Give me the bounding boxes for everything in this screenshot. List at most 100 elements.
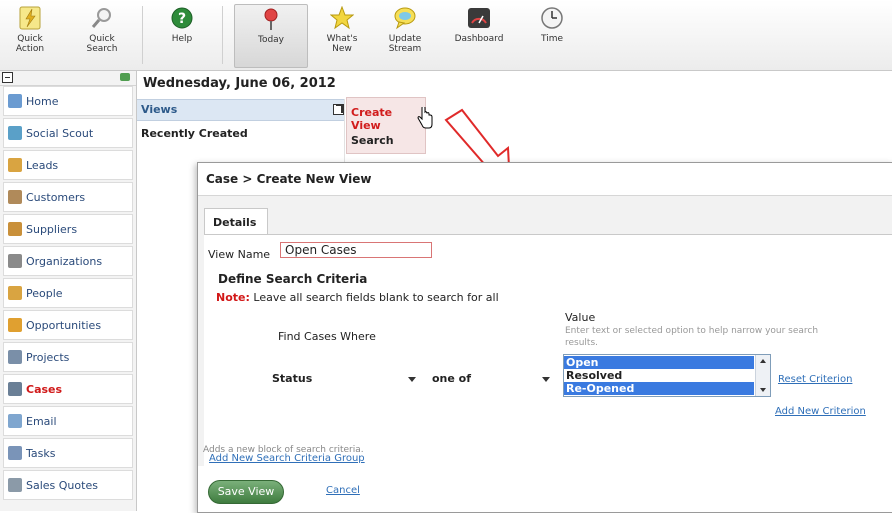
toolbar-label: Time [540, 34, 564, 44]
toolbar-today[interactable]: Today [234, 4, 308, 68]
customers-icon [8, 190, 22, 204]
view-name-input[interactable] [280, 242, 432, 258]
toolbar-help[interactable]: ? Help [156, 4, 208, 66]
question-icon: ? [170, 6, 194, 30]
dialog-footer: Save View Cancel [198, 466, 892, 512]
sidebar-item-leads[interactable]: Leads [3, 150, 133, 180]
view-name-label: View Name [208, 248, 271, 261]
toolbar-label: Help [171, 34, 193, 44]
add-new-criterion-link[interactable]: Add New Criterion [775, 406, 866, 417]
toolbar-label: What's [326, 34, 358, 44]
listbox-option[interactable]: Resolved [564, 369, 754, 382]
pin-icon [259, 7, 283, 31]
toolbar-label: Action [15, 44, 45, 54]
reset-criterion-link[interactable]: Reset Criterion [778, 374, 852, 385]
toolbar-quick-action[interactable]: Quick Action [6, 4, 54, 66]
sidebar-item-label: People [26, 286, 63, 300]
sidebar-item-label: Cases [26, 382, 63, 396]
views-label: Views [141, 103, 178, 116]
toolbar-divider [142, 6, 143, 64]
sidebar-item-customers[interactable]: Customers [3, 182, 133, 212]
toolbar-label: Dashboard [454, 34, 504, 44]
dialog-titlebar: Case > Create New View [198, 163, 892, 196]
toolbar-label: Quick [89, 34, 115, 44]
sidebar-item-email[interactable]: Email [3, 406, 133, 436]
sidebar-item-organizations[interactable]: Organizations [3, 246, 133, 276]
sidebar-item-tasks[interactable]: Tasks [3, 438, 133, 468]
value-hint: Enter text or selected option to help na… [565, 326, 819, 348]
sidebar: Home Social Scout Leads Customers Suppliers O… [0, 71, 137, 511]
toolbar-divider [222, 6, 223, 64]
toolbar-quick-search[interactable]: Quick Search [74, 4, 130, 66]
menu-item-create-view[interactable]: Create View [351, 106, 425, 132]
scroll-up-icon[interactable] [760, 359, 766, 363]
lightning-icon [18, 6, 42, 30]
cancel-link[interactable]: Cancel [326, 485, 360, 496]
sidebar-item-suppliers[interactable]: Suppliers [3, 214, 133, 244]
hand-cursor-icon [417, 105, 433, 132]
sidebar-item-label: Suppliers [26, 222, 78, 236]
star-icon [329, 5, 355, 30]
sidebar-item-label: Sales Quotes [26, 478, 98, 492]
printer-icon[interactable] [120, 73, 130, 81]
dialog-title: Case > Create New View [206, 172, 372, 186]
sidebar-item-people[interactable]: People [3, 278, 133, 308]
add-group-hint: Adds a new block of search criteria. [203, 445, 364, 455]
value-header: Value [565, 311, 596, 324]
menu-item-search[interactable]: Search [351, 134, 394, 147]
listbox-option[interactable]: Open [564, 356, 754, 369]
field-select-value: Status [272, 372, 313, 385]
home-icon [8, 94, 22, 108]
social-scout-icon [8, 126, 22, 140]
sidebar-item-label: Customers [26, 190, 86, 204]
toolbar-label: Stream [388, 44, 422, 54]
collapse-icon[interactable] [2, 72, 13, 83]
sales-quotes-icon [8, 478, 22, 492]
sidebar-item-label: Leads [26, 158, 59, 172]
listbox-scrollbar[interactable] [755, 355, 770, 396]
sidebar-item-home[interactable]: Home [3, 86, 133, 116]
suppliers-icon [8, 222, 22, 236]
sidebar-list: Home Social Scout Leads Customers Suppliers O… [0, 86, 136, 500]
toolbar-label: Quick [17, 34, 43, 44]
sidebar-item-label: Tasks [26, 446, 56, 460]
toolbar-time[interactable]: Time [522, 4, 582, 66]
scroll-down-icon[interactable] [760, 388, 766, 392]
sidebar-item-sales-quotes[interactable]: Sales Quotes [3, 470, 133, 500]
gauge-icon [467, 6, 491, 30]
sidebar-item-opportunities[interactable]: Opportunities [3, 310, 133, 340]
details-panel: View Name Define Search Criteria Note: L… [204, 234, 892, 467]
svg-text:?: ? [178, 11, 186, 27]
opportunities-icon [8, 318, 22, 332]
value-listbox[interactable]: Open Resolved Re-Opened [563, 354, 771, 397]
operator-select-value: one of [432, 372, 472, 385]
field-select[interactable]: Status [268, 369, 420, 389]
toolbar-dashboard[interactable]: Dashboard [444, 4, 514, 66]
toolbar-label: New [332, 44, 352, 54]
toolbar-update-stream[interactable]: Update Stream [376, 4, 434, 66]
sidebar-item-projects[interactable]: Projects [3, 342, 133, 372]
views-dropdown-menu: Create View Search [346, 97, 426, 154]
people-icon [8, 286, 22, 300]
recently-created-label: Recently Created [141, 127, 248, 140]
sidebar-item-label: Home [26, 94, 59, 108]
sidebar-item-label: Organizations [26, 254, 103, 268]
toolbar-whats-new[interactable]: What's New [316, 4, 368, 66]
chevron-down-icon [408, 377, 416, 382]
page-title: Wednesday, June 06, 2012 [143, 76, 336, 91]
save-view-button[interactable]: Save View [208, 480, 284, 504]
find-cases-where-label: Find Cases Where [278, 330, 376, 343]
sidebar-item-label: Email [26, 414, 57, 428]
tab-details[interactable]: Details [204, 208, 268, 235]
operator-select[interactable]: one of [428, 369, 554, 389]
create-view-dialog: Case > Create New View Details View Name… [197, 162, 892, 513]
sidebar-item-label: Projects [26, 350, 70, 364]
expand-menu-icon[interactable] [333, 104, 344, 115]
toolbar-label: Update [388, 34, 422, 44]
sidebar-item-social-scout[interactable]: Social Scout [3, 118, 133, 148]
sidebar-item-cases[interactable]: Cases [3, 374, 133, 404]
define-search-header: Define Search Criteria [218, 272, 368, 286]
main-toolbar: Quick Action Quick Search ? Help Today W… [0, 0, 892, 71]
tasks-icon [8, 446, 22, 460]
listbox-option[interactable]: Re-Opened [564, 382, 754, 395]
